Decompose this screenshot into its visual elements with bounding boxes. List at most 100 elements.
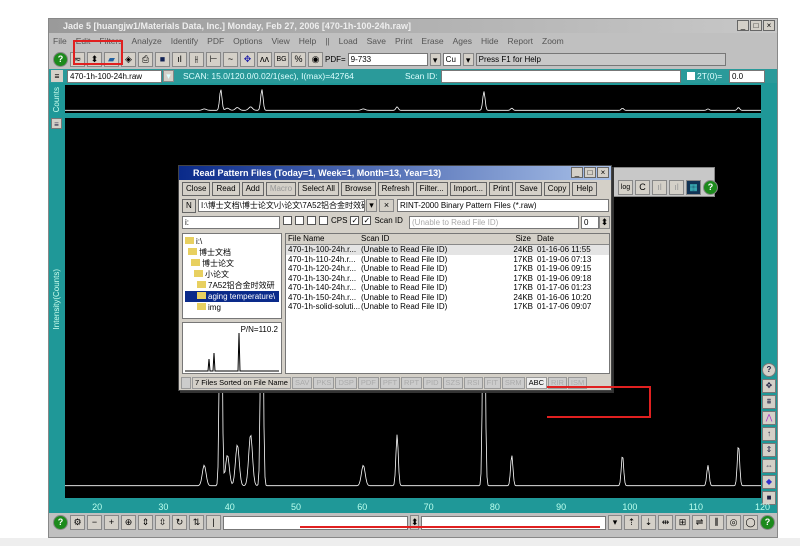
table-row[interactable]: 470-1h-solid-soluti... (Unable to Read Fi… bbox=[286, 302, 609, 312]
menu-item-load[interactable]: Load bbox=[339, 35, 358, 48]
checkbox-2[interactable] bbox=[295, 216, 304, 225]
gear-icon[interactable]: ⚙ bbox=[70, 515, 85, 530]
scan-list-icon[interactable]: ≡ bbox=[51, 70, 63, 82]
checkbox-1[interactable] bbox=[283, 216, 292, 225]
tab-sav[interactable]: SAV bbox=[291, 377, 313, 389]
scale-icon[interactable]: ⇕ bbox=[138, 515, 153, 530]
two-theta-input[interactable]: 0.0 bbox=[729, 70, 765, 83]
up-icon[interactable]: ⇡ bbox=[624, 515, 639, 530]
dialog-button-refresh[interactable]: Refresh bbox=[377, 182, 414, 196]
tree-item[interactable]: 小论文 bbox=[185, 269, 279, 280]
menu-item-identify[interactable]: Identify bbox=[171, 35, 198, 48]
dialog-button-filter[interactable]: Filter... bbox=[415, 182, 448, 196]
peak-label-icon[interactable]: ⋀ bbox=[762, 411, 776, 425]
minus-icon[interactable]: − bbox=[87, 515, 102, 530]
target-icon[interactable]: ◎ bbox=[726, 515, 741, 530]
bg-icon[interactable]: BG bbox=[274, 52, 289, 67]
tab-pft[interactable]: PFT bbox=[379, 377, 401, 389]
help-icon[interactable]: ? bbox=[53, 515, 68, 530]
down-icon[interactable]: ⇣ bbox=[641, 515, 656, 530]
log-icon[interactable]: log bbox=[618, 180, 633, 195]
expand-icon[interactable]: ⇳ bbox=[155, 515, 170, 530]
table-row[interactable]: 470-1h-140-24h.r... (Unable to Read File … bbox=[286, 283, 609, 293]
peak-marker-icon[interactable]: ⫲ bbox=[189, 52, 204, 67]
stretch-vertical-icon[interactable]: ⇕ bbox=[762, 443, 776, 457]
column-header[interactable]: File Name bbox=[286, 234, 359, 244]
file-type-select[interactable]: RINT-2000 Binary Pattern Files (*.raw) bbox=[397, 199, 609, 212]
diamond-icon[interactable]: ◈ bbox=[121, 52, 136, 67]
dialog-button-read[interactable]: Read bbox=[212, 182, 240, 196]
tree-item[interactable]: 博士论文 bbox=[185, 258, 279, 269]
menu-item-hide[interactable]: Hide bbox=[481, 35, 498, 48]
cursor-icon[interactable]: | bbox=[206, 515, 221, 530]
tree-item[interactable]: aging temperature\ bbox=[185, 291, 279, 302]
spin-button[interactable]: ⬍ bbox=[599, 216, 610, 229]
n-button[interactable]: N bbox=[182, 199, 196, 213]
zoom-in-icon[interactable]: ⊞ bbox=[675, 515, 690, 530]
dialog-maximize[interactable]: □ bbox=[584, 167, 596, 178]
dialog-button-save[interactable]: Save bbox=[515, 182, 542, 196]
cross-icon[interactable]: ✥ bbox=[240, 52, 255, 67]
dialog-button-browse[interactable]: Browse bbox=[340, 182, 376, 196]
shift-icon[interactable]: ⇅ bbox=[189, 515, 204, 530]
tab-rpt[interactable]: RPT bbox=[401, 377, 423, 389]
bar1-icon[interactable]: ıl bbox=[652, 180, 667, 195]
tab-pid[interactable]: PID bbox=[423, 377, 442, 389]
column-header[interactable]: Size bbox=[509, 234, 535, 244]
dialog-button-help[interactable]: Help bbox=[572, 182, 597, 196]
table-row[interactable]: 470-1h-120-24h.r... (Unable to Read File … bbox=[286, 264, 609, 274]
menu-item-view[interactable]: View bbox=[271, 35, 289, 48]
split-icon[interactable]: ⩩ bbox=[762, 395, 776, 409]
tree-item[interactable]: i:\ bbox=[185, 236, 279, 247]
menu-item-analyze[interactable]: Analyze bbox=[132, 35, 162, 48]
smooth-icon[interactable]: ~ bbox=[223, 52, 238, 67]
globe-icon[interactable]: ◉ bbox=[308, 52, 323, 67]
path-dropdown[interactable]: ▾ bbox=[366, 199, 377, 212]
menu-item-ages[interactable]: Ages bbox=[453, 35, 472, 48]
fit-icon[interactable]: ⊢ bbox=[206, 52, 221, 67]
close-button[interactable]: × bbox=[763, 20, 775, 31]
drive-select[interactable]: i: bbox=[182, 216, 280, 229]
print-icon[interactable]: ⎙ bbox=[138, 52, 153, 67]
checkbox-3[interactable] bbox=[307, 216, 316, 225]
compare-icon[interactable]: ⇌ bbox=[692, 515, 707, 530]
refresh-icon[interactable]: ↻ bbox=[172, 515, 187, 530]
menu-item-help[interactable]: Help bbox=[299, 35, 316, 48]
table-row[interactable]: 470-1h-130-24h.r... (Unable to Read File … bbox=[286, 274, 609, 284]
dialog-button-selectall[interactable]: Select All bbox=[298, 182, 339, 196]
minimize-button[interactable]: _ bbox=[737, 20, 749, 31]
checkbox-scanid[interactable]: ✓ bbox=[362, 216, 372, 225]
peaks-icon[interactable]: ıl bbox=[172, 52, 187, 67]
tab-szs[interactable]: SZS bbox=[442, 377, 464, 389]
dialog-button-print[interactable]: Print bbox=[489, 182, 514, 196]
spin-input[interactable]: 0 bbox=[581, 216, 599, 229]
file-dropdown[interactable]: ▾ bbox=[163, 70, 174, 82]
menu-item-save[interactable]: Save bbox=[367, 35, 386, 48]
checkbox-cps[interactable] bbox=[319, 216, 328, 225]
table-row[interactable]: 470-1h-150-24h.r... (Unable to Read File … bbox=[286, 293, 609, 303]
scanid-input[interactable]: (Unable to Read File ID) bbox=[409, 216, 579, 229]
record-icon[interactable]: ◯ bbox=[743, 515, 758, 530]
column-header[interactable]: Date bbox=[535, 234, 595, 244]
zoom-box-icon[interactable]: ≡ bbox=[51, 118, 62, 129]
pdf-dropdown[interactable]: ▾ bbox=[429, 53, 441, 66]
overview-plot[interactable] bbox=[65, 85, 761, 113]
pan-icon[interactable]: ⇹ bbox=[658, 515, 673, 530]
marker-icon[interactable]: ⊕ bbox=[121, 515, 136, 530]
help-icon[interactable]: ? bbox=[703, 180, 718, 195]
menu-item-file[interactable]: File bbox=[53, 35, 67, 48]
move-icon[interactable]: ✥ bbox=[762, 379, 776, 393]
menu-item-report[interactable]: Report bbox=[508, 35, 534, 48]
stretch-horizontal-icon[interactable]: ⇔ bbox=[762, 459, 776, 473]
arrow-up-icon[interactable]: ↑ bbox=[762, 427, 776, 441]
menu-item-pdf[interactable]: PDF bbox=[207, 35, 224, 48]
tab-rsi[interactable]: RSI bbox=[464, 377, 483, 389]
menu-item-zoom[interactable]: Zoom bbox=[542, 35, 564, 48]
pattern-icon[interactable]: ʌʌ bbox=[257, 52, 272, 67]
folder-tree[interactable]: i:\ 博士文档 博士论文 小论文 7A52铝合金时效研 aging temperatur… bbox=[182, 233, 282, 319]
pattern-spin[interactable]: ▾ bbox=[608, 515, 622, 530]
checkbox-a[interactable]: ✓ bbox=[350, 216, 360, 225]
tab-abc-active[interactable]: ABC bbox=[525, 377, 547, 389]
maximize-button[interactable]: □ bbox=[750, 20, 762, 31]
pdf-input[interactable]: 9-733 bbox=[347, 53, 428, 66]
